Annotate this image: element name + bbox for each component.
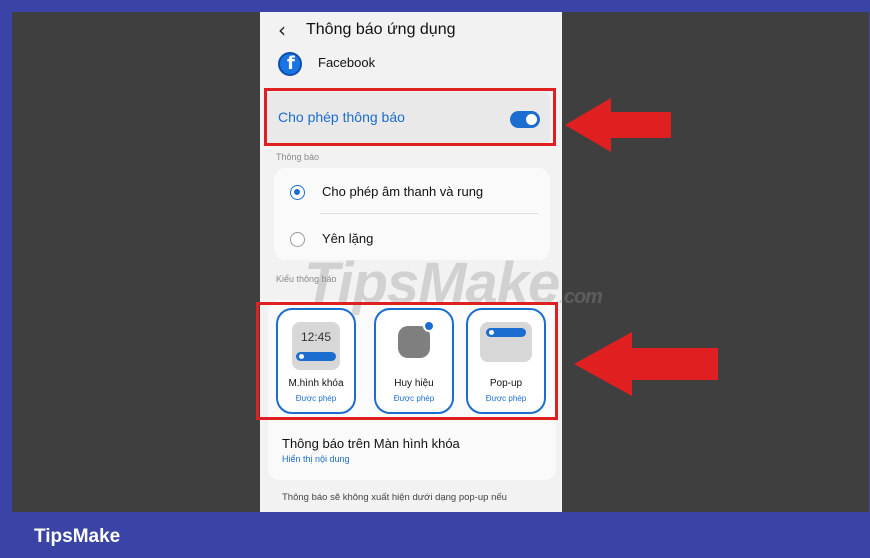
facebook-icon: f [278, 52, 302, 76]
radio-divider [320, 213, 538, 214]
red-arrow-left-icon [565, 98, 671, 152]
radio-silent-label[interactable]: Yên lặng [322, 231, 373, 246]
back-icon[interactable]: ‹ [278, 18, 286, 42]
popup-footnote: Thông báo sẽ không xuất hiện dưới dạng p… [282, 492, 507, 503]
highlight-box-allow [264, 88, 556, 146]
red-arrow-left-icon [574, 332, 718, 396]
screenshot-canvas: ‹ Thông báo ứng dụng f Facebook Cho phép… [12, 12, 869, 512]
lockscreen-notification-title[interactable]: Thông báo trên Màn hình khóa [282, 436, 460, 451]
watermark-suffix: .com [559, 286, 603, 308]
brand-label: TipsMake [34, 526, 121, 547]
radio-silent[interactable] [290, 232, 305, 247]
notifications-section-label: Thông báo [276, 152, 320, 162]
highlight-box-styles [256, 302, 558, 420]
radio-sound-vibrate[interactable] [290, 185, 305, 200]
radio-sound-vibrate-label[interactable]: Cho phép âm thanh và rung [322, 184, 483, 199]
image-frame: ‹ Thông báo ứng dụng f Facebook Cho phép… [0, 0, 870, 558]
app-name: Facebook [318, 55, 376, 70]
page-title: Thông báo ứng dụng [306, 21, 456, 38]
lockscreen-notification-value: Hiển thị nội dung [282, 454, 350, 464]
notification-mode-card: Cho phép âm thanh và rung Yên lặng [274, 168, 550, 260]
top-bar: ‹ Thông báo ứng dụng [260, 12, 562, 48]
